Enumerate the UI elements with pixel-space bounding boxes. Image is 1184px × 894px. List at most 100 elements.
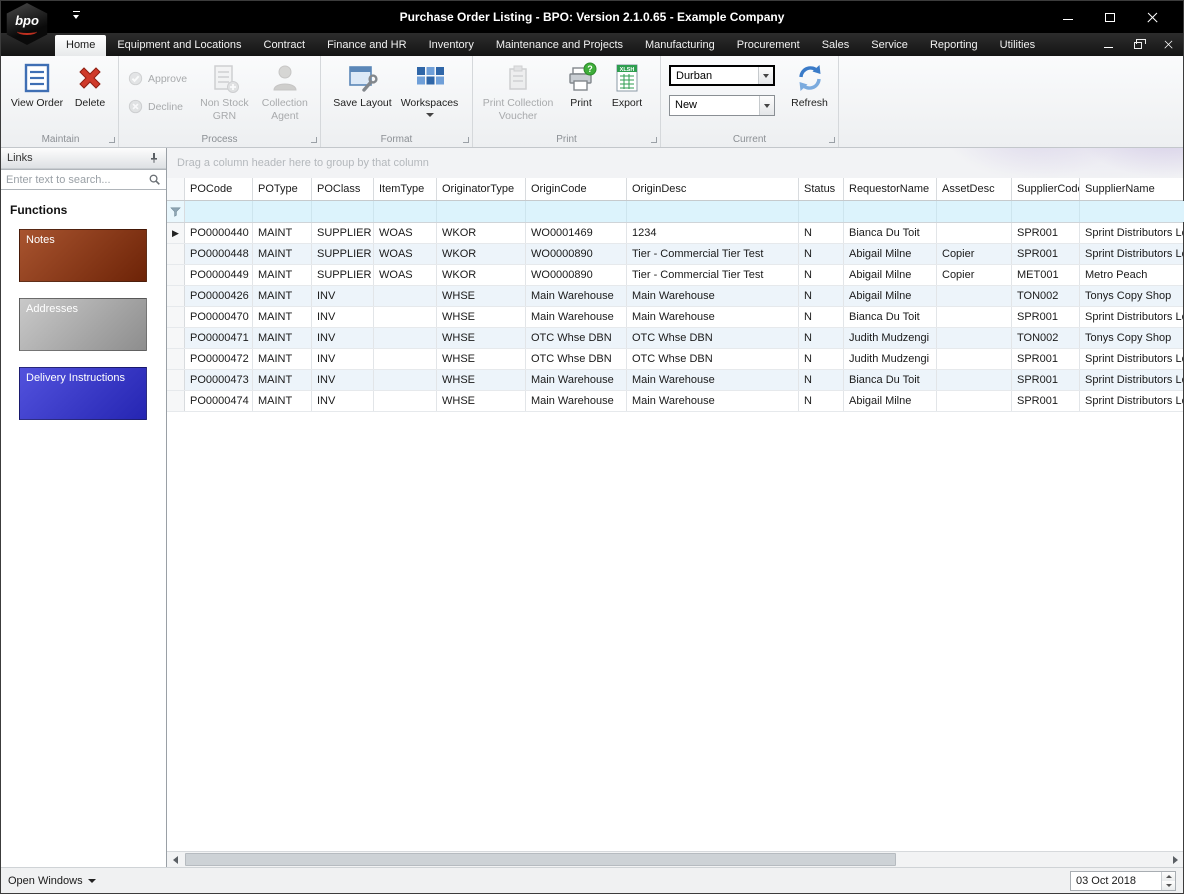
function-addresses[interactable]: Addresses [19,298,147,351]
decline-button[interactable]: Decline [123,96,192,117]
cell-assetdesc[interactable] [937,223,1012,243]
cell-assetdesc[interactable] [937,349,1012,369]
tab-sales[interactable]: Sales [811,35,861,56]
workspaces-button[interactable]: Workspaces [396,59,464,131]
row-selector[interactable] [167,391,185,411]
cell-suppliercode[interactable]: SPR001 [1012,391,1080,411]
cell-origincode[interactable]: Main Warehouse [526,286,627,306]
cell-originatortype[interactable]: WHSE [437,286,526,306]
refresh-button[interactable]: Refresh [785,59,834,131]
tab-inventory[interactable]: Inventory [418,35,485,56]
cell-suppliername[interactable]: Tonys Copy Shop [1080,328,1183,348]
cell-itemtype[interactable] [374,391,437,411]
spin-down-button[interactable] [1162,880,1175,890]
column-header-origindesc[interactable]: OriginDesc [627,178,799,200]
save-layout-button[interactable]: Save Layout [330,59,396,131]
cell-assetdesc[interactable] [937,307,1012,327]
tab-finance-and-hr[interactable]: Finance and HR [316,35,418,56]
cell-suppliername[interactable]: Metro Peach [1080,265,1183,285]
tab-equipment-and-locations[interactable]: Equipment and Locations [106,35,252,56]
cell-itemtype[interactable] [374,370,437,390]
search-box[interactable] [1,169,166,190]
print-collection-voucher-button[interactable]: Print Collection Voucher [477,59,559,131]
table-row[interactable]: PO0000473 MAINT INV WHSE Main Warehouse Main … [167,370,1183,391]
cell-requestorname[interactable]: Abigail Milne [844,265,937,285]
column-header-suppliercode[interactable]: SupplierCode [1012,178,1080,200]
function-delivery-instructions[interactable]: Delivery Instructions [19,367,147,420]
cell-status[interactable]: N [799,244,844,264]
approve-button[interactable]: Approve [123,68,192,89]
mdi-restore-button[interactable] [1131,37,1146,51]
cell-pocode[interactable]: PO0000472 [185,349,253,369]
cell-suppliercode[interactable]: TON002 [1012,286,1080,306]
filter-cell-suppliercode[interactable] [1012,201,1080,222]
filter-cell-originatortype[interactable] [437,201,526,222]
cell-itemtype[interactable] [374,307,437,327]
column-header-itemtype[interactable]: ItemType [374,178,437,200]
filter-cell-origindesc[interactable] [627,201,799,222]
cell-origindesc[interactable]: Main Warehouse [627,370,799,390]
cell-potype[interactable]: MAINT [253,391,312,411]
cell-status[interactable]: N [799,328,844,348]
column-header-requestorname[interactable]: RequestorName [844,178,937,200]
cell-pocode[interactable]: PO0000474 [185,391,253,411]
cell-requestorname[interactable]: Bianca Du Toit [844,223,937,243]
site-combobox[interactable]: Durban [669,65,775,86]
tab-service[interactable]: Service [860,35,919,56]
cell-poclass[interactable]: INV [312,307,374,327]
cell-origindesc[interactable]: OTC Whse DBN [627,349,799,369]
row-selector[interactable] [167,244,185,264]
column-header-origincode[interactable]: OriginCode [526,178,627,200]
cell-poclass[interactable]: INV [312,391,374,411]
open-windows-button[interactable]: Open Windows [8,875,96,887]
cell-originatortype[interactable]: WKOR [437,244,526,264]
table-row[interactable]: PO0000471 MAINT INV WHSE OTC Whse DBN OTC Whs… [167,328,1183,349]
column-header-poclass[interactable]: POClass [312,178,374,200]
filter-cell-assetdesc[interactable] [937,201,1012,222]
cell-suppliercode[interactable]: MET001 [1012,265,1080,285]
cell-poclass[interactable]: INV [312,370,374,390]
cell-suppliercode[interactable]: SPR001 [1012,307,1080,327]
cell-suppliername[interactable]: Sprint Distributors Lo [1080,391,1183,411]
cell-originatortype[interactable]: WHSE [437,370,526,390]
cell-origincode[interactable]: WO0000890 [526,244,627,264]
cell-origincode[interactable]: Main Warehouse [526,391,627,411]
cell-itemtype[interactable] [374,328,437,348]
table-row[interactable]: PO0000472 MAINT INV WHSE OTC Whse DBN OTC Whs… [167,349,1183,370]
group-by-panel[interactable]: Drag a column header here to group by th… [167,148,1183,178]
cell-itemtype[interactable] [374,286,437,306]
cell-pocode[interactable]: PO0000448 [185,244,253,264]
table-row[interactable]: ▶ PO0000440 MAINT SUPPLIER WOAS WKOR WO0001469… [167,223,1183,244]
column-header-pocode[interactable]: POCode [185,178,253,200]
cell-status[interactable]: N [799,265,844,285]
tab-manufacturing[interactable]: Manufacturing [634,35,726,56]
table-row[interactable]: PO0000426 MAINT INV WHSE Main Warehouse Main … [167,286,1183,307]
cell-status[interactable]: N [799,349,844,369]
spin-up-button[interactable] [1162,871,1175,881]
row-selector[interactable] [167,328,185,348]
table-row[interactable]: PO0000470 MAINT INV WHSE Main Warehouse Main … [167,307,1183,328]
cell-potype[interactable]: MAINT [253,370,312,390]
cell-poclass[interactable]: INV [312,328,374,348]
status-combobox[interactable]: New [669,95,775,116]
cell-poclass[interactable]: SUPPLIER [312,223,374,243]
cell-suppliername[interactable]: Sprint Distributors Lo [1080,223,1183,243]
search-input[interactable] [6,173,148,186]
cell-origincode[interactable]: OTC Whse DBN [526,349,627,369]
tab-contract[interactable]: Contract [253,35,317,56]
column-header-potype[interactable]: POType [253,178,312,200]
chevron-down-icon[interactable] [758,67,773,84]
tab-maintenance-and-projects[interactable]: Maintenance and Projects [485,35,634,56]
filter-cell-pocode[interactable] [185,201,253,222]
dialog-launcher-icon[interactable] [829,137,835,143]
cell-originatortype[interactable]: WHSE [437,391,526,411]
cell-assetdesc[interactable] [937,391,1012,411]
delete-button[interactable]: Delete [67,59,113,131]
row-selector[interactable] [167,307,185,327]
column-header-suppliername[interactable]: SupplierName [1080,178,1184,200]
filter-cell-potype[interactable] [253,201,312,222]
cell-pocode[interactable]: PO0000470 [185,307,253,327]
cell-assetdesc[interactable] [937,370,1012,390]
cell-poclass[interactable]: SUPPLIER [312,265,374,285]
chevron-down-icon[interactable] [759,96,774,115]
